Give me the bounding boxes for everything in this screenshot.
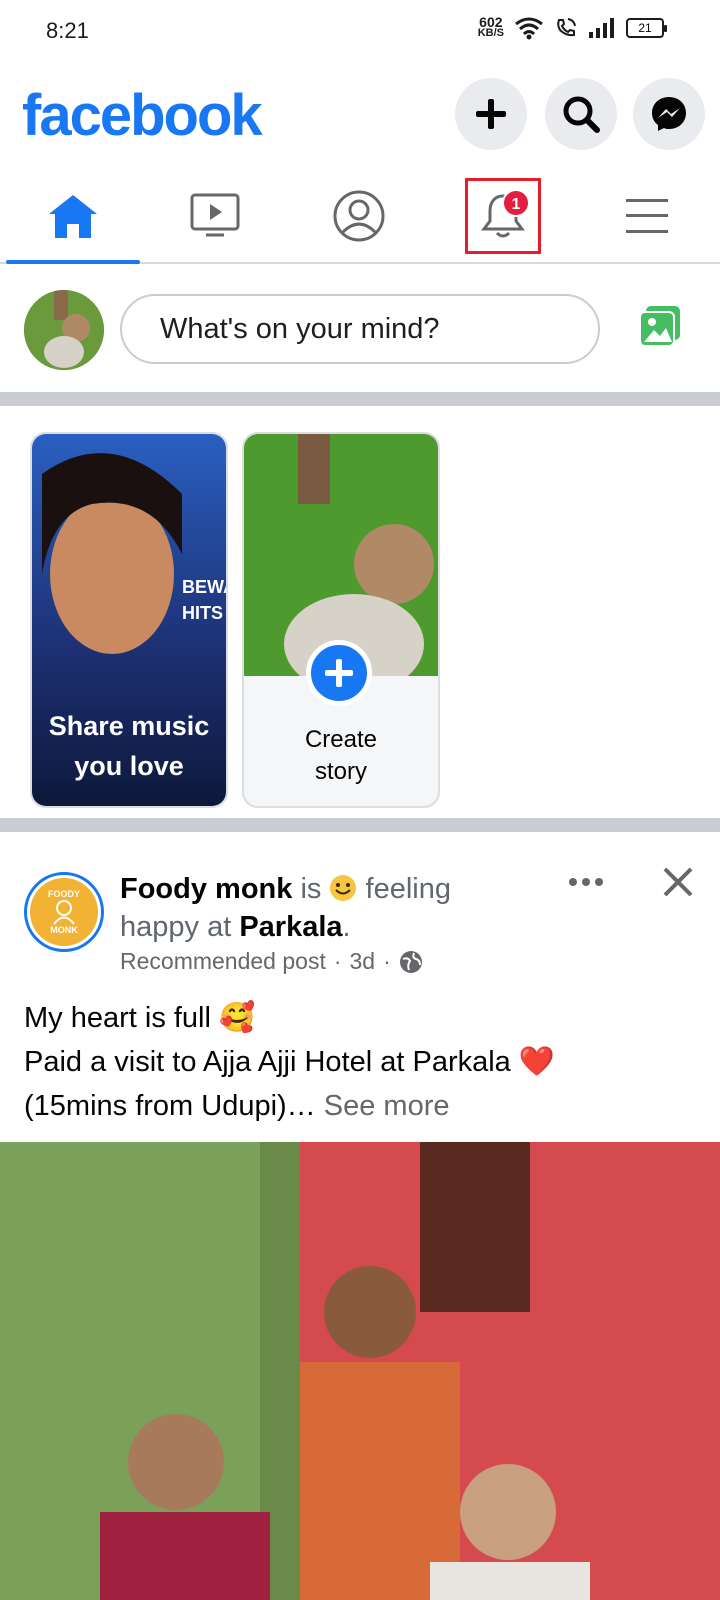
tab-menu[interactable] (580, 170, 714, 262)
hamburger-icon (626, 199, 668, 233)
post-options-button[interactable] (564, 860, 608, 904)
post-header-text: Foody monk is feeling happy at Parkala. (120, 873, 451, 943)
tab-home[interactable] (6, 170, 140, 264)
add-story-button[interactable] (306, 640, 372, 706)
author-avatar[interactable]: FOODY MONK (24, 872, 104, 952)
post-verb: is (300, 873, 322, 905)
network-speed-unit: KB/S (477, 27, 504, 39)
status-time: 8:21 (46, 18, 89, 43)
dot-separator: · (383, 948, 391, 974)
post-composer: What's on your mind? (0, 266, 720, 392)
search-icon (563, 96, 600, 133)
place-name[interactable]: Parkala (239, 911, 342, 943)
story-label: Share music you love (32, 706, 226, 786)
signal-icon (589, 18, 614, 38)
post-meta: Recommended post · 3d · (120, 948, 423, 975)
wifi-calling-icon (557, 18, 576, 37)
feeling-text-2: happy at (120, 911, 232, 943)
story-share-music[interactable]: BEWA HITS Share music you love (30, 432, 228, 808)
post-image (0, 1142, 720, 1600)
notification-badge: 1 (502, 189, 530, 217)
photo-icon (639, 306, 680, 347)
notifications-highlight[interactable]: 1 (465, 178, 541, 254)
tab-watch[interactable] (148, 170, 282, 262)
post-text-line: My heart is full 🥰 (24, 1002, 256, 1034)
feed-post: FOODY MONK Foody monk is feeling happy a… (0, 846, 720, 1600)
nav-tabs: 1 (0, 170, 720, 264)
profile-icon (333, 190, 385, 242)
author-name[interactable]: Foody monk (120, 873, 292, 905)
home-icon (49, 195, 97, 238)
globe-icon (399, 950, 422, 973)
status-icons: 602 KB/S 21 (477, 15, 667, 40)
tab-notifications[interactable]: 1 (436, 170, 570, 262)
teddy-bear-avatar-icon (24, 290, 104, 370)
stories-tray: BEWA HITS Share music you love Create st… (0, 406, 720, 828)
dot-separator: · (333, 948, 342, 974)
tab-profile[interactable] (292, 170, 426, 262)
battery-icon: 21 (626, 18, 667, 38)
music-poster-text: BEWA HITS (182, 577, 226, 623)
story-label: Create story (244, 724, 438, 788)
smile-emoji-icon (330, 875, 357, 901)
post-body: My heart is full 🥰 Paid a visit to Ajja … (24, 996, 704, 1128)
post-photo[interactable] (0, 1142, 720, 1600)
post-time[interactable]: 3d (350, 948, 376, 975)
avatar[interactable] (24, 290, 104, 370)
foody-monk-logo: FOODY MONK (30, 878, 98, 946)
create-button[interactable] (455, 78, 527, 150)
logo-text-top: FOODY (47, 889, 80, 899)
story-label-line1: Share music (48, 711, 210, 741)
status-bar: 8:21 602 KB/S 21 (0, 0, 720, 62)
story-label-line2: you love (74, 751, 184, 781)
logo-text-bottom: MONK (50, 925, 78, 935)
post-text-line: Paid a visit to Ajja Ajji Hotel at Parka… (24, 1046, 555, 1078)
divider (0, 818, 720, 832)
plus-icon (325, 659, 353, 687)
divider (0, 392, 720, 406)
hide-post-button[interactable] (656, 860, 700, 904)
messenger-icon (652, 97, 686, 131)
video-icon (190, 193, 240, 237)
photo-button[interactable] (638, 304, 682, 348)
monk-icon (53, 900, 75, 925)
see-more-link[interactable]: See more (324, 1090, 450, 1122)
wifi-icon (515, 17, 543, 40)
more-dots-icon (569, 878, 603, 886)
feeling-text-1: feeling (365, 873, 451, 905)
search-button[interactable] (545, 78, 617, 150)
app-header: facebook (0, 62, 720, 166)
messenger-button[interactable] (633, 78, 705, 150)
recommended-label: Recommended post (120, 948, 326, 974)
facebook-logo[interactable]: facebook (22, 82, 263, 149)
story-label-line1: Create (304, 726, 378, 753)
story-create[interactable]: Create story (242, 432, 440, 808)
network-speed: 602 KB/S (477, 15, 504, 39)
plus-icon (476, 99, 506, 129)
status-input[interactable]: What's on your mind? (120, 294, 600, 364)
close-icon (663, 867, 693, 897)
post-text-line: (15mins from Udupi)… (24, 1090, 316, 1122)
story-label-line2: story (314, 758, 367, 785)
